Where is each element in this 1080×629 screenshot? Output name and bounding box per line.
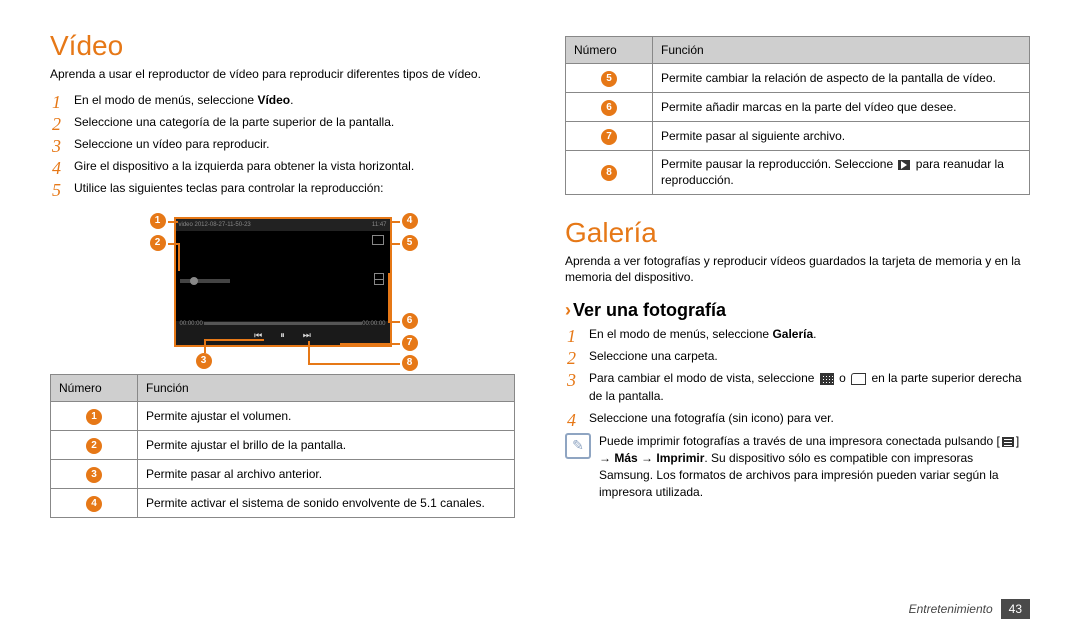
- callout-7: 7: [402, 335, 418, 351]
- table-row: 6Permite añadir marcas en la parte del v…: [566, 93, 1030, 122]
- video-player-screen: video 2012-08-27-11-50-23 11:47 00:00:00…: [174, 217, 392, 347]
- step-3: 3Para cambiar el modo de vista, seleccio…: [565, 369, 1030, 405]
- heading-gallery: Galería: [565, 217, 1030, 249]
- note-icon: ✎: [565, 433, 591, 459]
- callout-6: 6: [402, 313, 418, 329]
- step-5: 5Utilice las siguientes teclas para cont…: [50, 179, 515, 197]
- right-column: Número Función 5Permite cambiar la relac…: [565, 30, 1030, 579]
- page-number: 43: [1001, 599, 1030, 619]
- print-note: ✎ Puede imprimir fotografías a través de…: [565, 433, 1030, 500]
- table-row: 7Permite pasar al siguiente archivo.: [566, 122, 1030, 151]
- step-4: 4Gire el dispositivo a la izquierda para…: [50, 157, 515, 175]
- progress-bar: [204, 322, 362, 325]
- step-2: 2Seleccione una categoría de la parte su…: [50, 113, 515, 131]
- step-3: 3Seleccione un vídeo para reproducir.: [50, 135, 515, 153]
- video-player-figure: video 2012-08-27-11-50-23 11:47 00:00:00…: [138, 203, 428, 363]
- col-number: Número: [51, 374, 138, 401]
- aspect-ratio-icon: [372, 235, 384, 245]
- time-elapsed: 00:00:00: [180, 321, 203, 327]
- heading-video: Vídeo: [50, 30, 515, 62]
- video-filename: video 2012-08-27-11-50-23: [179, 219, 251, 231]
- gallery-steps: 1En el modo de menús, seleccione Galería…: [565, 325, 1030, 427]
- col-number: Número: [566, 37, 653, 64]
- callout-4: 4: [402, 213, 418, 229]
- step-1: 1En el modo de menús, seleccione Vídeo.: [50, 91, 515, 109]
- status-clock: 11:47: [372, 219, 387, 231]
- table-row: 3Permite pasar al archivo anterior.: [51, 459, 515, 488]
- callout-8: 8: [402, 355, 418, 371]
- col-function: Función: [138, 374, 515, 401]
- step-4: 4Seleccione una fotografía (sin icono) p…: [565, 409, 1030, 427]
- time-total: 00:00:00: [362, 321, 385, 327]
- function-table-right: Número Función 5Permite cambiar la relac…: [565, 36, 1030, 195]
- callout-3: 3: [196, 353, 212, 369]
- step-1: 1En el modo de menús, seleccione Galería…: [565, 325, 1030, 343]
- table-row: 4Permite activar el sistema de sonido en…: [51, 488, 515, 517]
- table-row: 8 Permite pausar la reproducción. Selecc…: [566, 151, 1030, 194]
- callout-5: 5: [402, 235, 418, 251]
- gallery-intro: Aprenda a ver fotografías y reproducir v…: [565, 253, 1030, 287]
- col-function: Función: [653, 37, 1030, 64]
- menu-icon: [1002, 437, 1014, 447]
- video-intro: Aprenda a usar el reproductor de vídeo p…: [50, 66, 515, 83]
- folder-view-icon: [851, 373, 866, 385]
- subheading-view-photo: ›Ver una fotografía: [565, 300, 1030, 321]
- callout-2: 2: [150, 235, 166, 251]
- next-icon: ⏭: [303, 330, 311, 341]
- table-row: 1Permite ajustar el volumen.: [51, 401, 515, 430]
- brightness-slider: [180, 279, 230, 283]
- section-name: Entretenimiento: [909, 602, 993, 616]
- function-table-left: Número Función 1Permite ajustar el volum…: [50, 374, 515, 518]
- table-row: 2Permite ajustar el brillo de la pantall…: [51, 430, 515, 459]
- video-steps: 1En el modo de menús, seleccione Vídeo. …: [50, 91, 515, 197]
- callout-1: 1: [150, 213, 166, 229]
- table-row: 5Permite cambiar la relación de aspecto …: [566, 64, 1030, 93]
- left-column: Vídeo Aprenda a usar el reproductor de v…: [50, 30, 515, 579]
- chevron-icon: ›: [565, 300, 571, 320]
- play-icon: [898, 160, 910, 170]
- pause-icon: ⏸: [280, 330, 285, 341]
- step-2: 2Seleccione una carpeta.: [565, 347, 1030, 365]
- page-footer: Entretenimiento 43: [909, 599, 1030, 619]
- bookmark-icon: [374, 273, 384, 285]
- grid-view-icon: [820, 373, 834, 385]
